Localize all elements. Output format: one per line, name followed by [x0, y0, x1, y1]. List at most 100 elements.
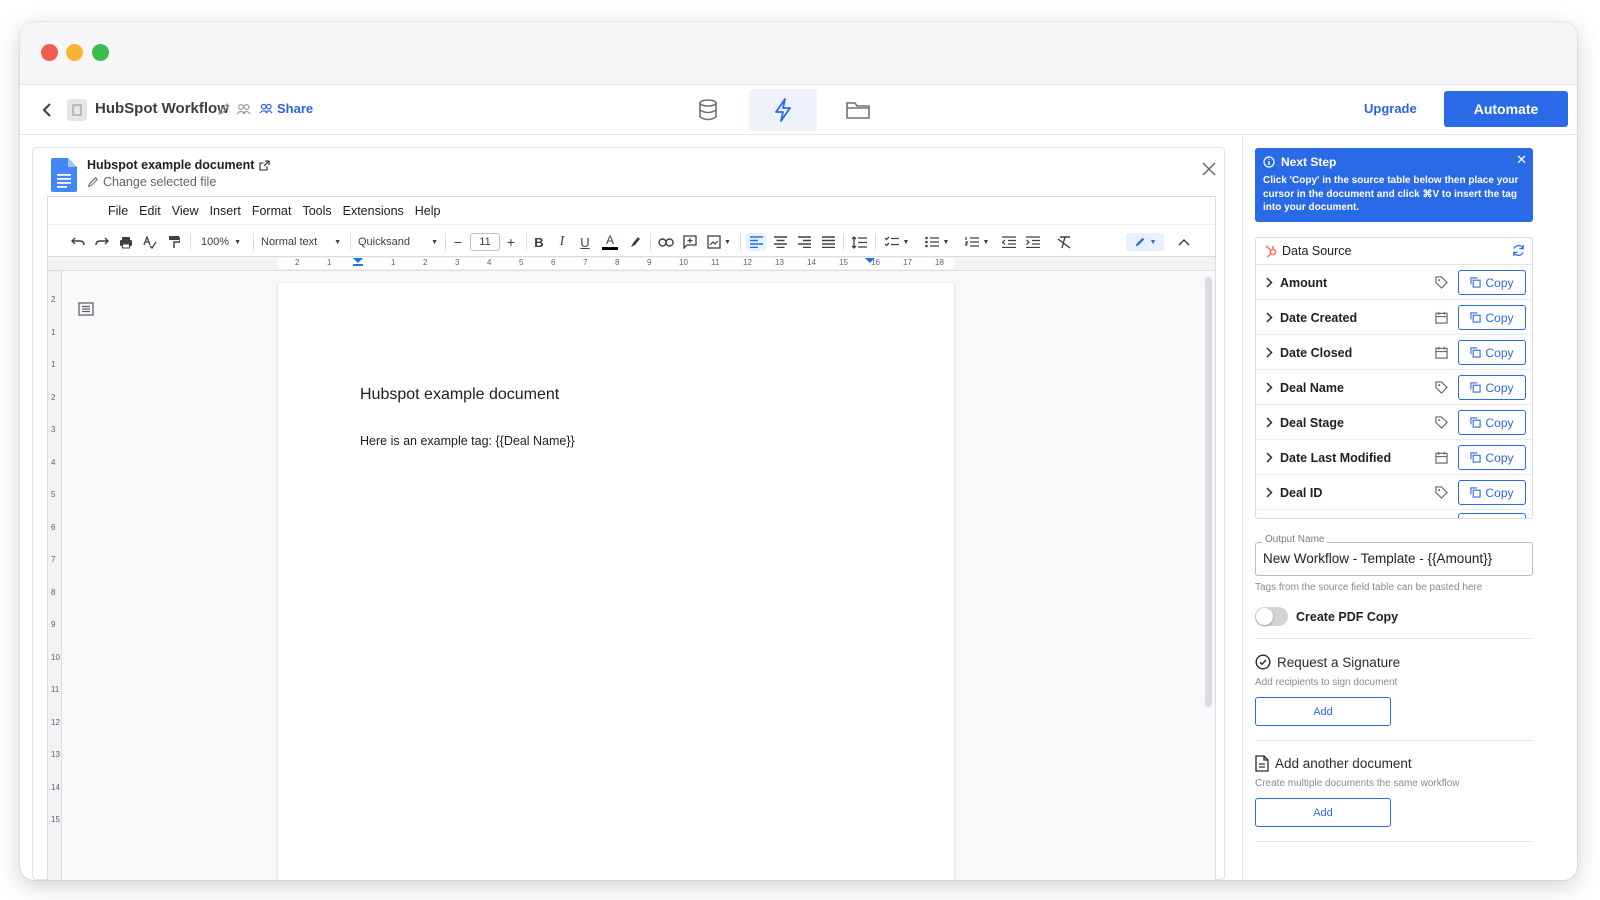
data-source-row[interactable]: Date Last Modified Copy [1256, 440, 1532, 475]
external-link-icon[interactable] [259, 159, 270, 171]
increase-font-size-button[interactable]: + [503, 233, 519, 251]
chevron-right-icon[interactable] [1265, 452, 1273, 463]
decrease-font-size-button[interactable]: − [450, 233, 466, 251]
style-select[interactable]: Normal text ▼ [261, 233, 341, 251]
maximize-window-button[interactable] [92, 44, 109, 61]
document-page[interactable]: Hubspot example document Here is an exam… [278, 283, 954, 880]
font-size-input[interactable]: 11 [470, 233, 500, 251]
tab-data-source[interactable] [674, 89, 742, 131]
paint-format-icon[interactable] [166, 233, 182, 251]
copy-button[interactable] [1458, 513, 1526, 518]
italic-icon[interactable]: I [555, 233, 569, 251]
redo-icon[interactable] [94, 233, 110, 251]
undo-icon[interactable] [70, 233, 86, 251]
upgrade-link[interactable]: Upgrade [1364, 101, 1417, 116]
checklist-icon[interactable]: ▼ [881, 233, 913, 251]
tab-files[interactable] [824, 89, 892, 131]
menu-edit[interactable]: Edit [139, 204, 161, 218]
menu-tools[interactable]: Tools [302, 204, 331, 218]
close-icon[interactable]: ✕ [1516, 152, 1527, 168]
insert-image-icon[interactable]: ▼ [705, 233, 733, 251]
chevron-right-icon[interactable] [1265, 277, 1273, 288]
align-left-icon[interactable] [746, 233, 766, 251]
copy-button[interactable]: Copy [1458, 375, 1526, 400]
style-value: Normal text [261, 236, 318, 248]
align-center-icon[interactable] [771, 233, 789, 251]
tab-automation[interactable] [749, 89, 817, 131]
link-icon[interactable] [657, 233, 675, 251]
workflow-title: HubSpot Workflow [95, 100, 229, 117]
menu-help[interactable]: Help [415, 204, 441, 218]
automation-panel: Next Step Click 'Copy' in the source tab… [1242, 136, 1577, 880]
chevron-right-icon[interactable] [1265, 347, 1273, 358]
data-source-row[interactable]: Amount Copy [1256, 265, 1532, 300]
output-name-input[interactable]: New Workflow - Template - {{Amount}} [1255, 542, 1533, 576]
align-right-icon[interactable] [795, 233, 813, 251]
font-select[interactable]: Quicksand ▼ [358, 233, 438, 251]
right-indent-marker-icon[interactable] [865, 258, 875, 267]
line-spacing-icon[interactable] [850, 233, 868, 251]
highlight-icon[interactable] [627, 233, 643, 251]
data-source-row[interactable]: Deal Stage Copy [1256, 405, 1532, 440]
numbered-list-icon[interactable]: ▼ [961, 233, 993, 251]
chevron-right-icon[interactable] [1265, 417, 1273, 428]
close-icon[interactable] [1202, 162, 1216, 176]
chevron-right-icon[interactable] [1265, 312, 1273, 323]
add-signature-button[interactable]: Add [1255, 697, 1391, 726]
document-outline-icon[interactable] [78, 302, 94, 316]
minimize-window-button[interactable] [66, 44, 83, 61]
menu-extensions[interactable]: Extensions [343, 204, 404, 218]
edit-title-pencil-icon[interactable] [217, 102, 231, 121]
automate-button[interactable]: Automate [1444, 91, 1568, 127]
data-source-row[interactable]: Date Created Copy [1256, 300, 1532, 335]
copy-icon [1470, 487, 1482, 498]
clear-formatting-icon[interactable] [1056, 233, 1072, 251]
ruler-tick-label: 1 [51, 327, 56, 337]
decrease-indent-icon[interactable] [1001, 233, 1017, 251]
copy-button[interactable]: Copy [1458, 480, 1526, 505]
copy-button[interactable]: Copy [1458, 305, 1526, 330]
bulleted-list-icon[interactable]: ▼ [921, 233, 953, 251]
data-source-row[interactable]: Date Closed Copy [1256, 335, 1532, 370]
menu-view[interactable]: View [172, 204, 199, 218]
underline-icon[interactable]: U [578, 233, 592, 251]
close-window-button[interactable] [41, 44, 58, 61]
zoom-select[interactable]: 100% ▼ [198, 233, 244, 251]
field-label: Date Last Modified [1280, 451, 1392, 465]
editing-mode-button[interactable]: ▼ [1126, 233, 1164, 251]
collapse-menu-icon[interactable] [1176, 233, 1192, 251]
pencil-icon [1135, 237, 1144, 247]
ruler-tick-label: 9 [51, 620, 56, 629]
data-source-row[interactable]: Deal ID Copy [1256, 475, 1532, 510]
data-source-row[interactable] [1256, 510, 1532, 518]
align-justify-icon[interactable] [819, 233, 837, 251]
refresh-icon[interactable] [1512, 244, 1525, 257]
change-file-link[interactable]: Change selected file [87, 175, 216, 189]
menu-file[interactable]: File [108, 204, 128, 218]
left-indent-marker-icon[interactable] [353, 258, 363, 267]
print-icon[interactable] [118, 233, 134, 251]
copy-button[interactable]: Copy [1458, 340, 1526, 365]
share-label: Share [277, 101, 314, 116]
copy-icon [1470, 417, 1482, 428]
copy-button[interactable]: Copy [1458, 410, 1526, 435]
document-scrollbar[interactable] [1205, 277, 1212, 707]
data-source-row[interactable]: Deal Name Copy [1256, 370, 1532, 405]
spellcheck-icon[interactable] [142, 233, 158, 251]
add-document-button[interactable]: Add [1255, 798, 1391, 827]
chevron-right-icon[interactable] [1265, 382, 1273, 393]
chevron-right-icon[interactable] [1265, 487, 1273, 498]
back-button[interactable] [36, 99, 58, 121]
comment-icon[interactable] [682, 233, 698, 251]
copy-button[interactable]: Copy [1458, 445, 1526, 470]
bold-icon[interactable]: B [532, 233, 546, 251]
text-color-icon[interactable]: A [601, 233, 619, 251]
share-button[interactable]: Share [259, 101, 313, 116]
menu-insert[interactable]: Insert [210, 204, 241, 218]
pdf-copy-row: Create PDF Copy [1255, 607, 1398, 626]
pdf-copy-toggle[interactable] [1255, 607, 1288, 626]
increase-indent-icon[interactable] [1025, 233, 1041, 251]
folder-icon [846, 102, 870, 119]
copy-button[interactable]: Copy [1458, 270, 1526, 295]
menu-format[interactable]: Format [252, 204, 292, 218]
